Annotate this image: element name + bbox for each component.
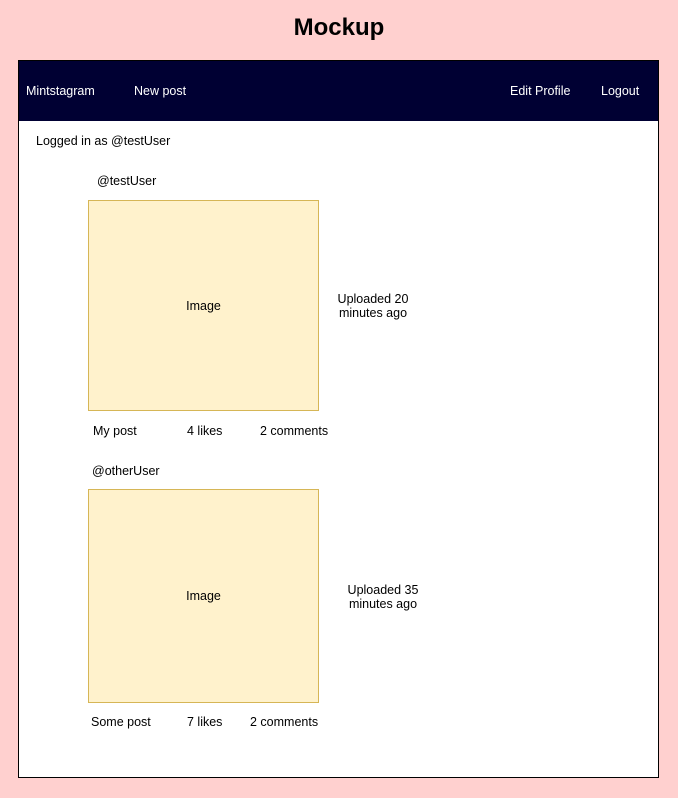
nav-brand-link[interactable]: Mintstagram (26, 84, 95, 98)
post-likes[interactable]: 4 likes (187, 424, 222, 438)
post-image-label: Image (186, 298, 221, 313)
post-upload-time: Uploaded 35 minutes ago (347, 583, 419, 611)
navbar: Mintstagram New post Edit Profile Logout (19, 61, 658, 121)
post-likes[interactable]: 7 likes (187, 715, 222, 729)
mockup-title: Mockup (293, 14, 385, 41)
nav-new-post-link[interactable]: New post (134, 84, 186, 98)
nav-edit-profile-link[interactable]: Edit Profile (510, 84, 570, 98)
post-image-label: Image (186, 589, 221, 603)
app-frame: Mintstagram New post Edit Profile Logout… (18, 60, 659, 778)
post-author[interactable]: @otherUser (92, 464, 160, 478)
post-caption: My post (93, 424, 137, 438)
logged-in-status: Logged in as @testUser (36, 134, 171, 148)
post-image[interactable]: Image (88, 489, 319, 703)
post-author[interactable]: @testUser (97, 174, 156, 188)
post-image[interactable]: Image (88, 200, 319, 411)
nav-logout-link[interactable]: Logout (601, 84, 639, 98)
post-comments[interactable]: 2 comments (250, 715, 318, 729)
post-upload-time: Uploaded 20 minutes ago (337, 292, 409, 320)
post-caption: Some post (91, 715, 151, 729)
post-comments[interactable]: 2 comments (260, 424, 328, 438)
